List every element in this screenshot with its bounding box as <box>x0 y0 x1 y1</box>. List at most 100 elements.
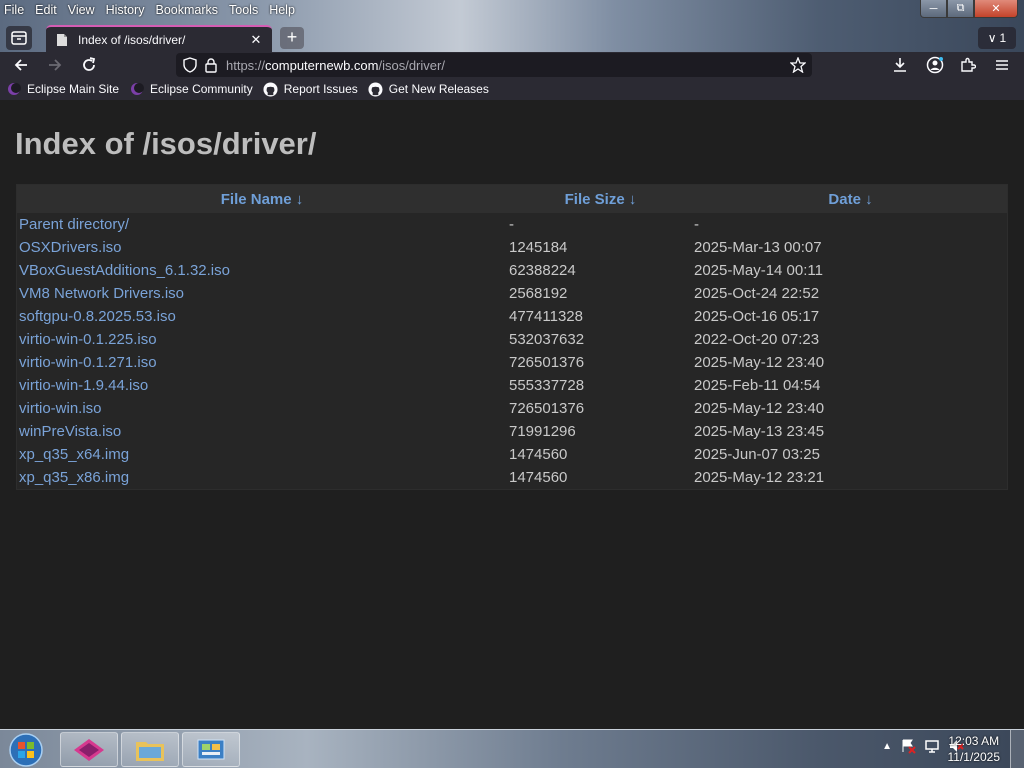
menu-bookmarks[interactable]: Bookmarks <box>155 3 218 17</box>
tab-active[interactable]: Index of /isos/driver/ ✕ <box>46 25 272 52</box>
menubar: File Edit View History Bookmarks Tools H… <box>0 0 306 20</box>
menu-edit[interactable]: Edit <box>35 3 57 17</box>
maximize-button[interactable]: ⧉ <box>947 0 974 18</box>
reload-button[interactable] <box>78 54 100 76</box>
taskbar-app-browser[interactable] <box>60 732 118 767</box>
taskbar-clock[interactable]: 12:03 AM 11/1/2025 <box>948 733 1001 765</box>
file-date: 2025-May-14 00:11 <box>694 262 823 279</box>
show-hidden-icons-icon[interactable]: ▲ <box>882 741 892 752</box>
bookmark-eclipse-community[interactable]: Eclipse Community <box>129 81 253 97</box>
file-date: 2025-May-12 23:21 <box>694 469 825 486</box>
puzzle-icon <box>961 57 976 72</box>
taskbar-app-control-panel[interactable] <box>182 732 240 767</box>
table-row: virtio-win-0.1.271.iso 726501376 2025-May-… <box>17 351 1007 374</box>
bookmark-report-issues[interactable]: Report Issues <box>263 81 358 97</box>
table-row: xp_q35_x86.img 1474560 2025-May-12 23:21 <box>17 466 1007 489</box>
table-row: xp_q35_x64.img 1474560 2025-Jun-07 03:25 <box>17 443 1007 466</box>
github-icon <box>368 81 384 97</box>
table-row: softgpu-0.8.2025.53.iso 477411328 2025-Oct… <box>17 305 1007 328</box>
file-name-link[interactable]: softgpu-0.8.2025.53.iso <box>17 308 507 325</box>
minimize-icon: ─ <box>929 2 938 15</box>
back-button[interactable] <box>10 54 32 76</box>
file-name-link[interactable]: xp_q35_x64.img <box>17 446 507 463</box>
bookmark-eclipse-main-site[interactable]: Eclipse Main Site <box>6 81 119 97</box>
file-name-link[interactable]: VM8 Network Drivers.iso <box>17 285 507 302</box>
lock-icon[interactable] <box>203 57 219 73</box>
account-button[interactable] <box>924 54 946 76</box>
app-menu-button[interactable] <box>991 54 1013 76</box>
table-row: VM8 Network Drivers.iso 2568192 2025-Oct-2… <box>17 282 1007 305</box>
bookmark-label: Eclipse Main Site <box>27 82 120 96</box>
table-row: winPreVista.iso 71991296 2025-May-13 23:45 <box>17 420 1007 443</box>
sort-by-date-link[interactable]: Date ↓ <box>694 191 1007 208</box>
bookmark-label: Report Issues <box>283 82 358 96</box>
file-name-link[interactable]: OSXDrivers.iso <box>17 239 507 256</box>
network-icon[interactable] <box>924 738 940 754</box>
file-date: 2025-Feb-11 04:54 <box>694 377 821 394</box>
file-size: 726501376 <box>509 400 585 417</box>
bookmark-star-icon[interactable] <box>790 57 806 73</box>
menu-file[interactable]: File <box>4 3 24 17</box>
tab-close-icon[interactable]: ✕ <box>248 32 264 48</box>
eclipse-icon <box>129 81 145 97</box>
file-name-link[interactable]: virtio-win-0.1.225.iso <box>17 331 507 348</box>
file-size: 555337728 <box>509 377 585 394</box>
file-size: 62388224 <box>509 262 576 279</box>
github-icon <box>263 81 279 97</box>
control-panel-icon <box>197 739 225 759</box>
page-title: Index of /isos/driver/ <box>15 126 317 161</box>
firefox-view-button[interactable] <box>6 26 32 50</box>
url-text[interactable]: https://computernewb.com/isos/driver/ <box>226 58 445 73</box>
tab-strip: Index of /isos/driver/ ✕ + ∨ 1 <box>0 24 1024 52</box>
forward-arrow-icon <box>49 59 62 71</box>
firefox-view-icon <box>11 31 27 45</box>
restore-icon: ⧉ <box>956 2 965 14</box>
file-name-link[interactable]: xp_q35_x86.img <box>17 469 507 486</box>
file-size: 71991296 <box>509 423 576 440</box>
bookmark-get-new-releases[interactable]: Get New Releases <box>368 81 489 97</box>
browser-app-icon <box>74 738 104 761</box>
sort-by-name-link[interactable]: File Name ↓ <box>17 191 507 208</box>
action-center-icon[interactable] <box>900 738 916 754</box>
downloads-button[interactable] <box>889 54 911 76</box>
table-header: File Name ↓ File Size ↓ Date ↓ <box>17 185 1007 213</box>
file-name-link[interactable]: Parent directory/ <box>17 216 507 233</box>
window-controls: ─ ⧉ ✕ <box>920 0 1018 18</box>
table-row: OSXDrivers.iso 1245184 2025-Mar-13 00:07 <box>17 236 1007 259</box>
menu-tools[interactable]: Tools <box>229 3 258 17</box>
list-all-tabs-button[interactable]: ∨ 1 <box>978 27 1016 49</box>
menu-help[interactable]: Help <box>269 3 295 17</box>
file-name-link[interactable]: winPreVista.iso <box>17 423 507 440</box>
taskbar-app-explorer[interactable] <box>121 732 179 767</box>
file-name-link[interactable]: VBoxGuestAdditions_6.1.32.iso <box>17 262 507 279</box>
bookmark-label: Eclipse Community <box>150 82 253 96</box>
download-icon <box>894 58 906 72</box>
bookmark-label: Get New Releases <box>388 82 489 96</box>
clock-time: 12:03 AM <box>948 734 1000 748</box>
forward-button[interactable] <box>44 54 66 76</box>
menu-view[interactable]: View <box>68 3 95 17</box>
url-path: /isos/driver/ <box>378 57 445 73</box>
minimize-button[interactable]: ─ <box>920 0 947 18</box>
file-name-link[interactable]: virtio-win.iso <box>17 400 507 417</box>
navigation-toolbar: https://computernewb.com/isos/driver/ <box>0 52 1024 78</box>
file-size: 532037632 <box>509 331 585 348</box>
plus-icon: + <box>286 27 298 47</box>
file-name-link[interactable]: virtio-win-1.9.44.iso <box>17 377 507 394</box>
extensions-button[interactable] <box>957 54 979 76</box>
file-size: 726501376 <box>509 354 585 371</box>
shield-icon[interactable] <box>182 57 198 73</box>
file-size: 477411328 <box>509 308 583 325</box>
menu-history[interactable]: History <box>106 3 145 17</box>
file-date: 2025-Mar-13 00:07 <box>694 239 822 256</box>
address-bar[interactable]: https://computernewb.com/isos/driver/ <box>176 53 812 77</box>
close-window-button[interactable]: ✕ <box>974 0 1018 18</box>
file-name-link[interactable]: virtio-win-0.1.271.iso <box>17 354 507 371</box>
start-button[interactable] <box>6 732 46 768</box>
new-tab-button[interactable]: + <box>280 27 304 49</box>
windows-orb-icon <box>9 733 43 767</box>
show-desktop-button[interactable] <box>1010 730 1024 768</box>
table-row: virtio-win-0.1.225.iso 532037632 2022-Oct-… <box>17 328 1007 351</box>
file-size: 1245184 <box>509 239 568 256</box>
sort-by-size-link[interactable]: File Size ↓ <box>507 191 694 208</box>
